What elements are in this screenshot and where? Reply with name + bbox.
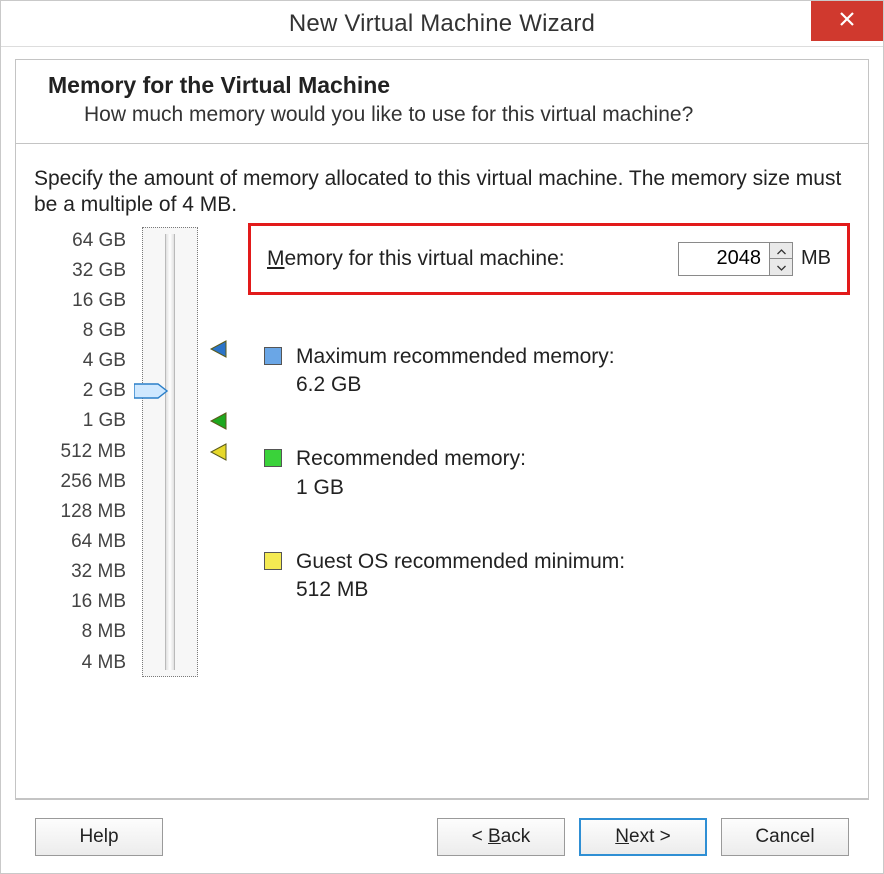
slider-tick: 32 MB	[71, 561, 134, 583]
slider-tick: 512 MB	[61, 441, 134, 463]
titlebar: New Virtual Machine Wizard	[1, 1, 883, 47]
slider-ticks: 64 GB 32 GB 16 GB 8 GB 4 GB 2 GB 1 GB 512 MB 256…	[34, 227, 134, 677]
header-panel: Memory for the Virtual Machine How much …	[15, 59, 869, 144]
slider-tick: 128 MB	[61, 501, 134, 523]
memory-step-down[interactable]	[770, 259, 792, 275]
memory-slider[interactable]: 64 GB 32 GB 16 GB 8 GB 4 GB 2 GB 1 GB 512 MB 256…	[34, 227, 234, 677]
page-subtitle: How much memory would you like to use fo…	[84, 103, 844, 127]
slider-tick: 16 GB	[72, 290, 134, 312]
page-title: Memory for the Virtual Machine	[48, 72, 844, 99]
close-icon	[839, 11, 855, 32]
help-button[interactable]: Help	[35, 818, 163, 856]
slider-tick: 4 GB	[83, 350, 134, 372]
window-title: New Virtual Machine Wizard	[289, 10, 595, 38]
slider-tick: 32 GB	[72, 260, 134, 282]
recommendation-text: Guest OS recommended minimum:512 MB	[296, 548, 625, 605]
recommendation-text: Recommended memory:1 GB	[296, 445, 526, 502]
memory-spinner[interactable]	[678, 242, 793, 276]
slider-tick: 16 MB	[71, 591, 134, 613]
slider-tick: 8 MB	[82, 621, 134, 643]
recommendation-item: Guest OS recommended minimum:512 MB	[248, 548, 850, 605]
recommendation-item: Maximum recommended memory:6.2 GB	[248, 343, 850, 400]
chevron-down-icon	[777, 259, 786, 274]
slider-tick: 256 MB	[61, 471, 134, 493]
recommendation-item: Recommended memory:1 GB	[248, 445, 850, 502]
main-panel: Specify the amount of memory allocated t…	[15, 144, 869, 799]
slider-tick: 64 GB	[72, 230, 134, 252]
memory-input[interactable]	[679, 243, 769, 275]
recommendation-swatch-icon	[264, 347, 282, 365]
slider-tick: 1 GB	[83, 410, 134, 432]
recommendations: Maximum recommended memory:6.2 GB Recomme…	[248, 343, 850, 605]
slider-tick: 64 MB	[71, 531, 134, 553]
close-button[interactable]	[811, 1, 883, 41]
footer: Help < Back Next > Cancel	[15, 799, 869, 873]
recommendation-swatch-icon	[264, 449, 282, 467]
slider-tick: 4 MB	[82, 652, 134, 674]
slider-tick: 2 GB	[83, 380, 134, 402]
slider-track[interactable]	[142, 227, 198, 677]
content: Memory for the Virtual Machine How much …	[1, 47, 883, 873]
recommendation-text: Maximum recommended memory:6.2 GB	[296, 343, 615, 400]
next-button[interactable]: Next >	[579, 818, 707, 856]
memory-field-highlight: Memory for this virtual machine:	[248, 223, 850, 295]
memory-step-up[interactable]	[770, 243, 792, 259]
memory-spinner-wrap: MB	[678, 242, 831, 276]
instruction-text: Specify the amount of memory allocated t…	[34, 166, 850, 219]
slider-marker-icon	[208, 443, 228, 461]
cancel-button[interactable]: Cancel	[721, 818, 849, 856]
body-row: 64 GB 32 GB 16 GB 8 GB 4 GB 2 GB 1 GB 512 MB 256…	[34, 227, 850, 677]
back-button[interactable]: < Back	[437, 818, 565, 856]
slider-tick: 8 GB	[83, 320, 134, 342]
chevron-up-icon	[777, 243, 786, 258]
memory-unit: MB	[801, 247, 831, 270]
recommendation-swatch-icon	[264, 552, 282, 570]
wizard-window: New Virtual Machine Wizard Memory for th…	[0, 0, 884, 874]
slider-marker-icon	[208, 340, 228, 358]
slider-marker-icon	[208, 412, 228, 430]
memory-field-label: Memory for this virtual machine:	[267, 247, 565, 271]
info-column: Memory for this virtual machine:	[234, 227, 850, 651]
slider-thumb[interactable]	[134, 382, 168, 400]
